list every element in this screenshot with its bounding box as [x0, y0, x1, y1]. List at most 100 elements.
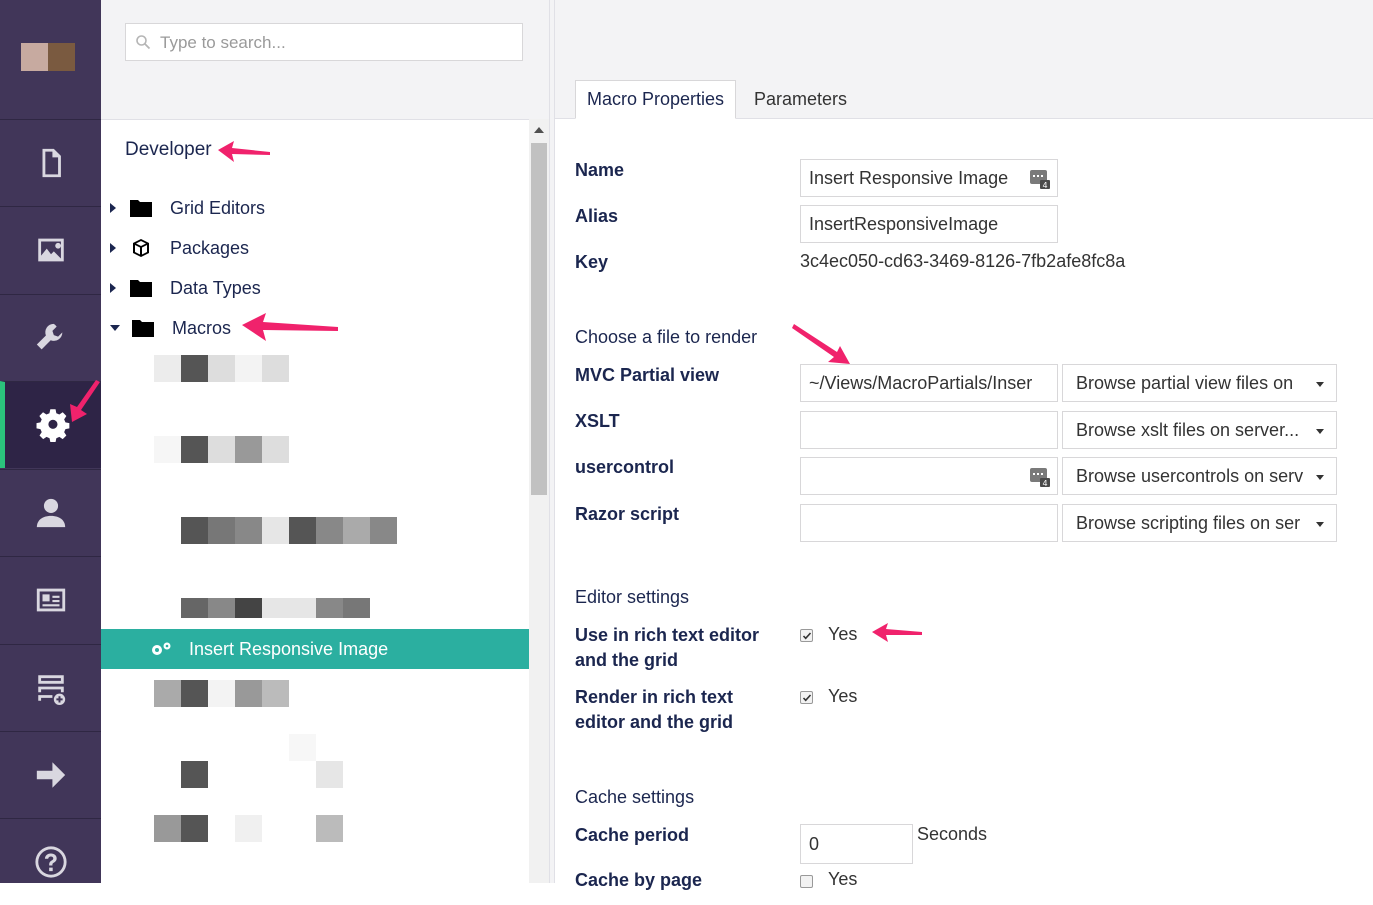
lock-toggle-icon[interactable]: 4 [1029, 168, 1051, 190]
name-value: Insert Responsive Image [809, 167, 1009, 188]
tree-node-packages[interactable]: Packages [101, 228, 529, 268]
render-rte-label: Render in rich text editor and the grid [575, 685, 733, 735]
render-rte-checkbox[interactable] [800, 691, 813, 704]
nav-users[interactable] [0, 469, 101, 556]
key-label: Key [575, 252, 609, 272]
select-text: Browse partial view files on [1076, 372, 1294, 393]
tree-search-bar [101, 0, 549, 120]
chevron-down-icon [1316, 475, 1324, 480]
tree-node-data-types[interactable]: Data Types [101, 268, 529, 308]
search-box[interactable] [125, 23, 523, 62]
help-icon [34, 846, 67, 878]
razor-label: Razor script [575, 504, 680, 524]
annotation-arrow-icon [792, 324, 850, 364]
usercontrol-field[interactable]: 4 [800, 457, 1058, 495]
mvc-partial-label: MVC Partial view [575, 365, 720, 385]
use-rte-yes: Yes [828, 624, 858, 644]
media-icon [37, 238, 64, 262]
nav-media[interactable] [0, 206, 101, 293]
select-text: Browse xslt files on server... [1076, 419, 1300, 440]
cache-period-label: Cache period [575, 825, 690, 845]
editor-section-heading: Editor settings [575, 587, 690, 607]
use-rte-label: Use in rich text editor and the grid [575, 623, 759, 673]
content-icon [42, 148, 61, 178]
main-nav [0, 0, 101, 883]
chevron-down-icon [1316, 522, 1324, 527]
mvc-partial-value: ~/Views/MacroPartials/Inser [809, 372, 1033, 393]
select-text: Browse usercontrols on serv [1076, 465, 1304, 486]
folder-icon [130, 200, 152, 217]
lock-toggle-icon[interactable]: 4 [1029, 466, 1051, 488]
cache-by-page-checkbox[interactable] [800, 875, 813, 888]
search-input[interactable] [158, 24, 512, 62]
tree-node-label: Packages [170, 237, 250, 258]
cache-by-page-label: Cache by page [575, 870, 703, 890]
cache-period-value: 0 [809, 833, 820, 854]
annotation-arrow-icon [242, 313, 338, 341]
nav-content[interactable] [0, 119, 101, 206]
nav-members[interactable] [0, 556, 101, 643]
annotation-arrow-icon [218, 141, 270, 162]
collapse-caret-icon[interactable] [110, 325, 120, 331]
scroll-up-arrow-icon[interactable] [534, 127, 544, 133]
arrow-right-icon [36, 762, 65, 788]
cache-period-input[interactable]: 0 [800, 824, 913, 864]
key-value: 3c4ec050-cd63-3469-8126-7fb2afe8fc8a [800, 251, 1126, 271]
svg-text:4: 4 [1042, 181, 1047, 190]
nav-forms[interactable] [0, 644, 101, 731]
id-card-icon [36, 588, 65, 612]
avatar[interactable] [21, 43, 75, 71]
expand-caret-icon[interactable] [110, 243, 116, 253]
nav-deploy[interactable] [0, 731, 101, 818]
tab-parameters[interactable]: Parameters [743, 80, 858, 119]
tree-node-label: Data Types [170, 277, 261, 298]
annotation-arrow-icon [872, 623, 922, 642]
use-rte-label-line1: Use in rich text editor [575, 625, 760, 645]
tree-scrollbar-thumb[interactable] [531, 143, 547, 495]
alias-field[interactable]: InsertResponsiveImage [800, 205, 1058, 243]
search-icon [136, 35, 151, 50]
tree-panel: Developer Grid Editors Packages Data Typ… [101, 0, 549, 883]
chevron-down-icon [1316, 382, 1324, 387]
render-section-heading: Choose a file to render [575, 327, 758, 347]
annotation-arrow-icon [70, 380, 100, 422]
tree-node-grid-editors[interactable]: Grid Editors [101, 188, 529, 228]
xslt-browse-select[interactable]: Browse xslt files on server... [1062, 411, 1337, 449]
tab-macro-properties[interactable]: Macro Properties [575, 80, 737, 119]
cache-section-heading: Cache settings [575, 787, 695, 807]
cache-by-page-yes: Yes [828, 869, 858, 889]
package-icon [133, 239, 149, 257]
nav-settings[interactable] [0, 294, 101, 381]
check-icon [802, 694, 812, 702]
gear-icon [36, 409, 70, 442]
expand-caret-icon[interactable] [110, 203, 116, 213]
usercontrol-browse-select[interactable]: Browse usercontrols on serv [1062, 457, 1337, 495]
xslt-label: XSLT [575, 411, 620, 431]
cache-period-unit: Seconds [917, 824, 988, 844]
tree-node-label: Insert Responsive Image [189, 638, 389, 659]
forms-icon [37, 675, 65, 705]
user-icon [36, 498, 65, 528]
render-rte-label-line1: Render in rich text [575, 687, 734, 707]
tree-node-label: Macros [172, 317, 232, 338]
render-rte-label-line2: editor and the grid [575, 712, 734, 732]
nav-help[interactable] [0, 818, 101, 905]
mvc-partial-field[interactable]: ~/Views/MacroPartials/Inser [800, 364, 1058, 402]
render-rte-yes: Yes [828, 686, 858, 706]
razor-browse-select[interactable]: Browse scripting files on ser [1062, 504, 1337, 542]
razor-field[interactable] [800, 504, 1058, 542]
tree-node-insert-responsive-image[interactable]: Insert Responsive Image [101, 629, 529, 669]
svg-text:4: 4 [1042, 479, 1047, 488]
use-rte-checkbox[interactable] [800, 629, 813, 642]
expand-caret-icon[interactable] [110, 283, 116, 293]
alias-value: InsertResponsiveImage [809, 213, 999, 234]
alias-label: Alias [575, 206, 619, 226]
check-icon [802, 632, 812, 640]
wrench-icon [36, 323, 62, 350]
xslt-field[interactable] [800, 411, 1058, 449]
tree-node-label: Grid Editors [170, 197, 266, 218]
tree-root-developer[interactable]: Developer [125, 139, 212, 161]
name-label: Name [575, 160, 625, 180]
mvc-partial-browse-select[interactable]: Browse partial view files on [1062, 364, 1337, 402]
name-field[interactable]: Insert Responsive Image 4 [800, 159, 1058, 197]
